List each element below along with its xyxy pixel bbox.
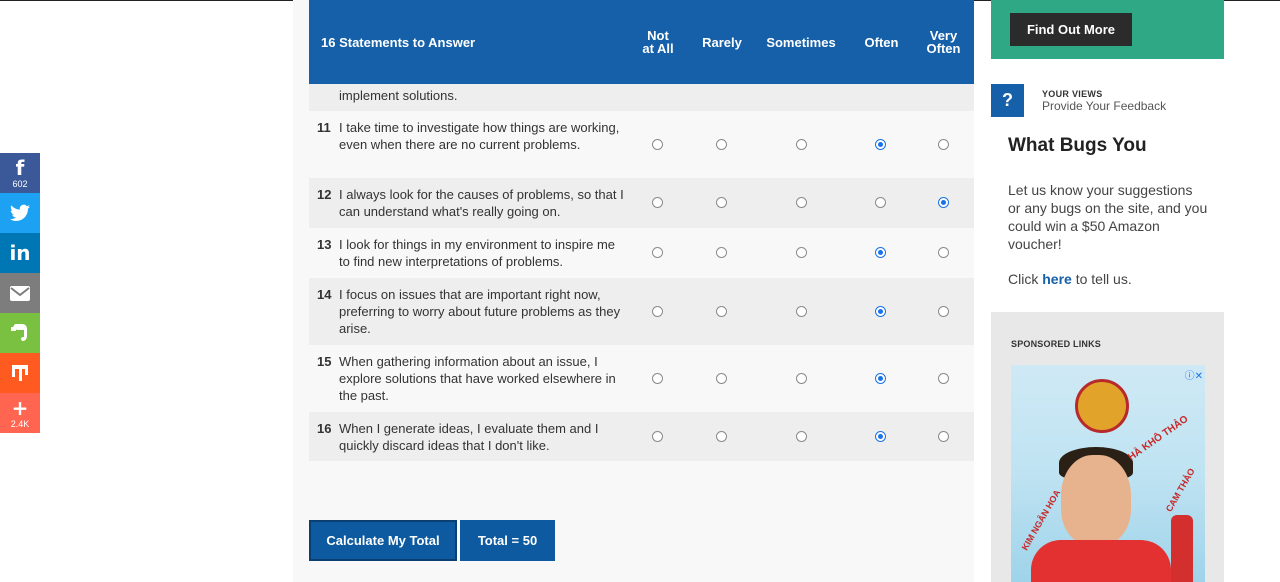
statement-number: 12 [317,187,332,202]
table-row: 11 I take time to investigate how things… [309,111,974,178]
radio-rarely[interactable] [716,305,727,317]
column-sometimes: Sometimes [766,34,836,50]
statement-text: I look for things in my environment to i… [339,237,616,269]
more-share-button[interactable]: + 2.4K [0,393,40,433]
sponsored-links: SPONSORED LINKS HÀ KHÔ THẢO CAM THẢO KIM… [991,312,1224,582]
social-share-bar: f 602 in + 2.4K [0,153,40,433]
question-icon: ? [991,84,1024,117]
radio-not-at-all[interactable] [652,430,663,442]
column-not-at-all: Not at All [642,28,674,56]
find-out-more-button[interactable]: Find Out More [1010,13,1132,46]
facebook-icon: f [15,155,25,180]
radio-rarely[interactable] [716,197,727,208]
statement-text: implement solutions. [339,88,458,103]
cta-prefix: Click [1008,271,1043,287]
radio-rarely[interactable] [716,247,727,258]
table-row: 13 I look for things in my environment t… [309,228,974,278]
radio-rarely[interactable] [716,138,727,150]
facebook-share-count: 602 [12,178,28,189]
radio-not-at-all[interactable] [652,138,663,150]
radio-rarely[interactable] [716,430,727,442]
advertisement[interactable]: HÀ KHÔ THẢO CAM THẢO KIM NGÂN HOA ⓘ✕ [1011,365,1205,582]
radio-very-often[interactable] [938,138,949,150]
quiz-panel: 16 Statements to Answer Not at All Rarel… [293,0,974,582]
statement-number: 11 [317,120,331,135]
linkedin-share-button[interactable]: in [0,233,40,273]
radio-not-at-all[interactable] [652,197,663,208]
table-row: 14 I focus on issues that are important … [309,278,974,345]
statement-text: I always look for the causes of problems… [339,187,624,219]
radio-sometimes[interactable] [796,305,807,317]
column-very-often: Very Often [926,28,961,56]
sponsored-label: SPONSORED LINKS [1011,339,1102,349]
ad-logo [1075,379,1129,433]
calculate-total-button[interactable]: Calculate My Total [309,520,457,561]
twitter-share-button[interactable] [0,193,40,233]
twitter-icon [10,204,30,221]
radio-sometimes[interactable] [796,372,807,384]
radio-often[interactable] [875,430,886,442]
radio-sometimes[interactable] [796,430,807,442]
total-score-button[interactable]: Total = 50 [460,520,555,561]
statement-text: I take time to investigate how things ar… [339,120,620,152]
radio-very-often[interactable] [938,305,949,317]
table-header: 16 Statements to Answer Not at All Rarel… [309,0,974,84]
radio-very-often[interactable] [938,372,949,384]
table-row-partial: implement solutions. [309,84,974,111]
feedback-cta: Click here to tell us. [1008,271,1132,287]
radio-very-often[interactable] [938,197,949,208]
table-row: 16 When I generate ideas, I evaluate the… [309,412,974,461]
column-often: Often [864,34,899,50]
feedback-link[interactable]: Provide Your Feedback [1042,99,1166,113]
statement-number: 13 [317,237,332,252]
what-bugs-you-heading: What Bugs You [1008,135,1147,156]
radio-very-often[interactable] [938,247,949,258]
radio-very-often[interactable] [938,430,949,442]
ad-bottle [1171,515,1193,582]
plus-icon: + [11,395,29,420]
statement-number: 16 [317,421,332,436]
column-rarely: Rarely [702,34,742,50]
ad-person-face [1061,455,1131,545]
ad-choices-icon[interactable]: ⓘ✕ [1185,367,1203,382]
radio-often[interactable] [875,372,886,384]
promo-banner: Find Out More [991,0,1224,59]
radio-not-at-all[interactable] [652,247,663,258]
radio-often[interactable] [875,138,886,150]
statement-number: 14 [317,287,332,302]
ad-person-shirt [1031,540,1171,582]
table-row: 15 When gathering information about an i… [309,345,974,412]
radio-often[interactable] [875,247,886,258]
radio-sometimes[interactable] [796,138,807,150]
radio-not-at-all[interactable] [652,305,663,317]
statement-number: 15 [317,354,332,369]
linkedin-icon: in [9,241,31,265]
statement-text: When I generate ideas, I evaluate them a… [339,421,599,453]
mix-share-button[interactable] [0,353,40,393]
email-share-button[interactable] [0,273,40,313]
cta-suffix: to tell us. [1071,271,1132,287]
radio-rarely[interactable] [716,372,727,384]
radio-often[interactable] [875,305,886,317]
radio-not-at-all[interactable] [652,372,663,384]
radio-sometimes[interactable] [796,247,807,258]
email-icon [10,285,30,301]
statement-text: When gathering information about an issu… [339,354,616,403]
more-share-count: 2.4K [10,418,30,429]
radio-sometimes[interactable] [796,197,807,208]
table-row: 12 I always look for the causes of probl… [309,178,974,228]
mix-icon [12,365,28,381]
your-views-label: YOUR VIEWS [1042,89,1103,99]
here-link[interactable]: here [1042,271,1072,287]
what-bugs-you-text: Let us know your suggestions or any bugs… [1008,182,1208,252]
statement-text: I focus on issues that are important rig… [339,287,621,336]
table-title: 16 Statements to Answer [321,34,476,50]
facebook-share-button[interactable]: f 602 [0,153,40,193]
ad-text-2: CAM THẢO [1163,466,1197,514]
evernote-share-button[interactable] [0,313,40,353]
ad-text-1: HÀ KHÔ THẢO [1126,413,1191,464]
evernote-icon [11,324,27,341]
radio-often[interactable] [875,197,886,208]
